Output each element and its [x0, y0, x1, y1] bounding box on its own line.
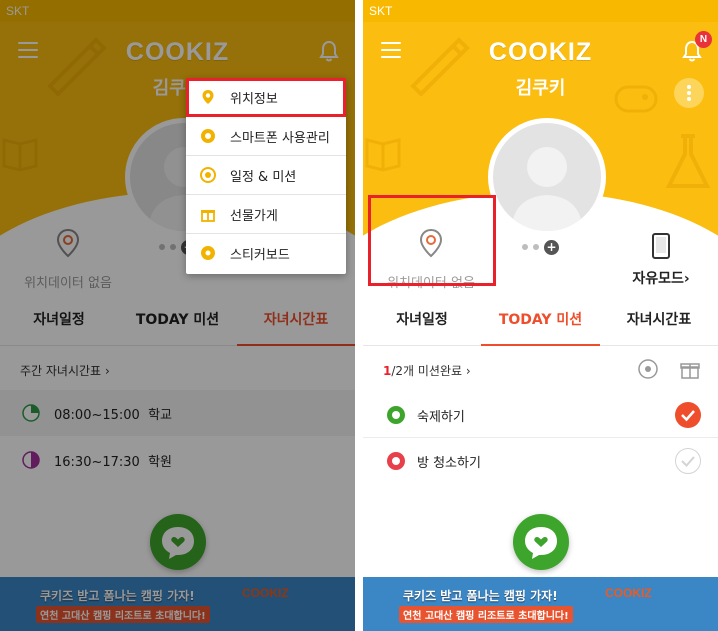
mission-label: 숙제하기 — [417, 410, 465, 425]
donut-icon — [387, 452, 405, 470]
profile-page-dots: + — [522, 240, 582, 255]
chevron-right-icon: › — [683, 271, 690, 287]
notification-badge: N — [695, 31, 712, 48]
settings-gear-icon — [201, 129, 215, 143]
promo-banner[interactable]: 쿠키즈 받고 폼나는 캠핑 가자! 연천 고대산 캠핑 리조트로 초대합니다! … — [363, 577, 718, 631]
sticker-icon — [201, 246, 215, 260]
gift-icon — [201, 210, 215, 222]
checkmark-icon — [681, 410, 695, 422]
flask-decoration-icon — [665, 134, 711, 188]
gift-icon[interactable] — [679, 358, 701, 380]
location-menu-highlight — [186, 78, 346, 117]
menu-item-label: 일정 & 미션 — [230, 170, 297, 185]
tab-today-mission[interactable]: TODAY 미션 — [481, 296, 600, 346]
status-bar: SKT — [363, 0, 718, 22]
child-name: 김쿠키 — [515, 78, 566, 99]
menu-item-smartphone-management[interactable]: 스마트폰 사용관리 — [186, 117, 346, 156]
smartphone-icon — [652, 233, 670, 259]
banner-brand: COOKIZ — [605, 586, 652, 600]
app-logo: COOKIZ — [488, 38, 593, 66]
menu-item-label: 선물가게 — [230, 209, 278, 224]
book-decoration-icon — [365, 138, 401, 172]
menu-item-schedule-mission[interactable]: 일정 & 미션 — [186, 156, 346, 195]
tab-child-schedule[interactable]: 자녀일정 — [363, 296, 481, 346]
mission-item[interactable]: 방 청소하기 — [363, 438, 718, 484]
chat-button[interactable] — [513, 514, 569, 570]
location-status-highlight — [368, 195, 496, 286]
mission-label: 방 청소하기 — [417, 456, 481, 471]
tab-child-timetable[interactable]: 자녀시간표 — [600, 296, 718, 346]
free-mode-button[interactable]: 자유모드› — [611, 232, 711, 288]
free-mode-text: 자유모드 — [632, 271, 684, 287]
missions-progress-text: /2개 미션완료 — [391, 364, 463, 378]
add-child-icon[interactable]: + — [544, 240, 559, 255]
more-options-button[interactable] — [674, 78, 704, 108]
donut-icon — [387, 406, 405, 424]
target-icon — [200, 167, 216, 183]
mission-progress-link[interactable]: 1/2개 미션완료 › — [383, 362, 471, 379]
menu-item-label: 스티커보드 — [230, 248, 290, 263]
sticker-icon[interactable] — [637, 358, 659, 380]
child-avatar[interactable] — [488, 118, 606, 236]
banner-subtext: 연천 고대산 캠핑 리조트로 초대합니다! — [399, 606, 573, 623]
person-silhouette-icon — [511, 147, 583, 231]
menu-item-gift-shop[interactable]: 선물가게 — [186, 195, 346, 234]
carrier-label: SKT — [369, 4, 393, 18]
chevron-right-icon: › — [465, 364, 471, 378]
chat-heart-icon — [525, 527, 557, 559]
mission-item[interactable]: 숙제하기 — [363, 392, 718, 438]
banner-headline: 쿠키즈 받고 폼나는 캠핑 가자! — [403, 589, 558, 603]
right-phone-screen: SKT COOKIZ N 김쿠키 + 위치데이터 없음 자유모드› 자녀일정 T… — [363, 0, 718, 631]
menu-item-sticker-board[interactable]: 스티커보드 — [186, 234, 346, 273]
menu-item-label: 스마트폰 사용관리 — [230, 131, 330, 146]
mission-check-button[interactable] — [675, 402, 701, 428]
screenshot-root: SKT COOKIZ 김쿠키 + 위치데이터 없음 자녀일정 TODAY 미션 … — [0, 0, 718, 631]
checkmark-icon — [681, 456, 695, 467]
mission-check-button[interactable] — [675, 448, 701, 474]
free-mode-label: 자유모드› — [611, 268, 711, 288]
tab-bar: 자녀일정 TODAY 미션 자녀시간표 — [363, 296, 718, 346]
left-phone-screen: SKT COOKIZ 김쿠키 + 위치데이터 없음 자녀일정 TODAY 미션 … — [0, 0, 355, 631]
